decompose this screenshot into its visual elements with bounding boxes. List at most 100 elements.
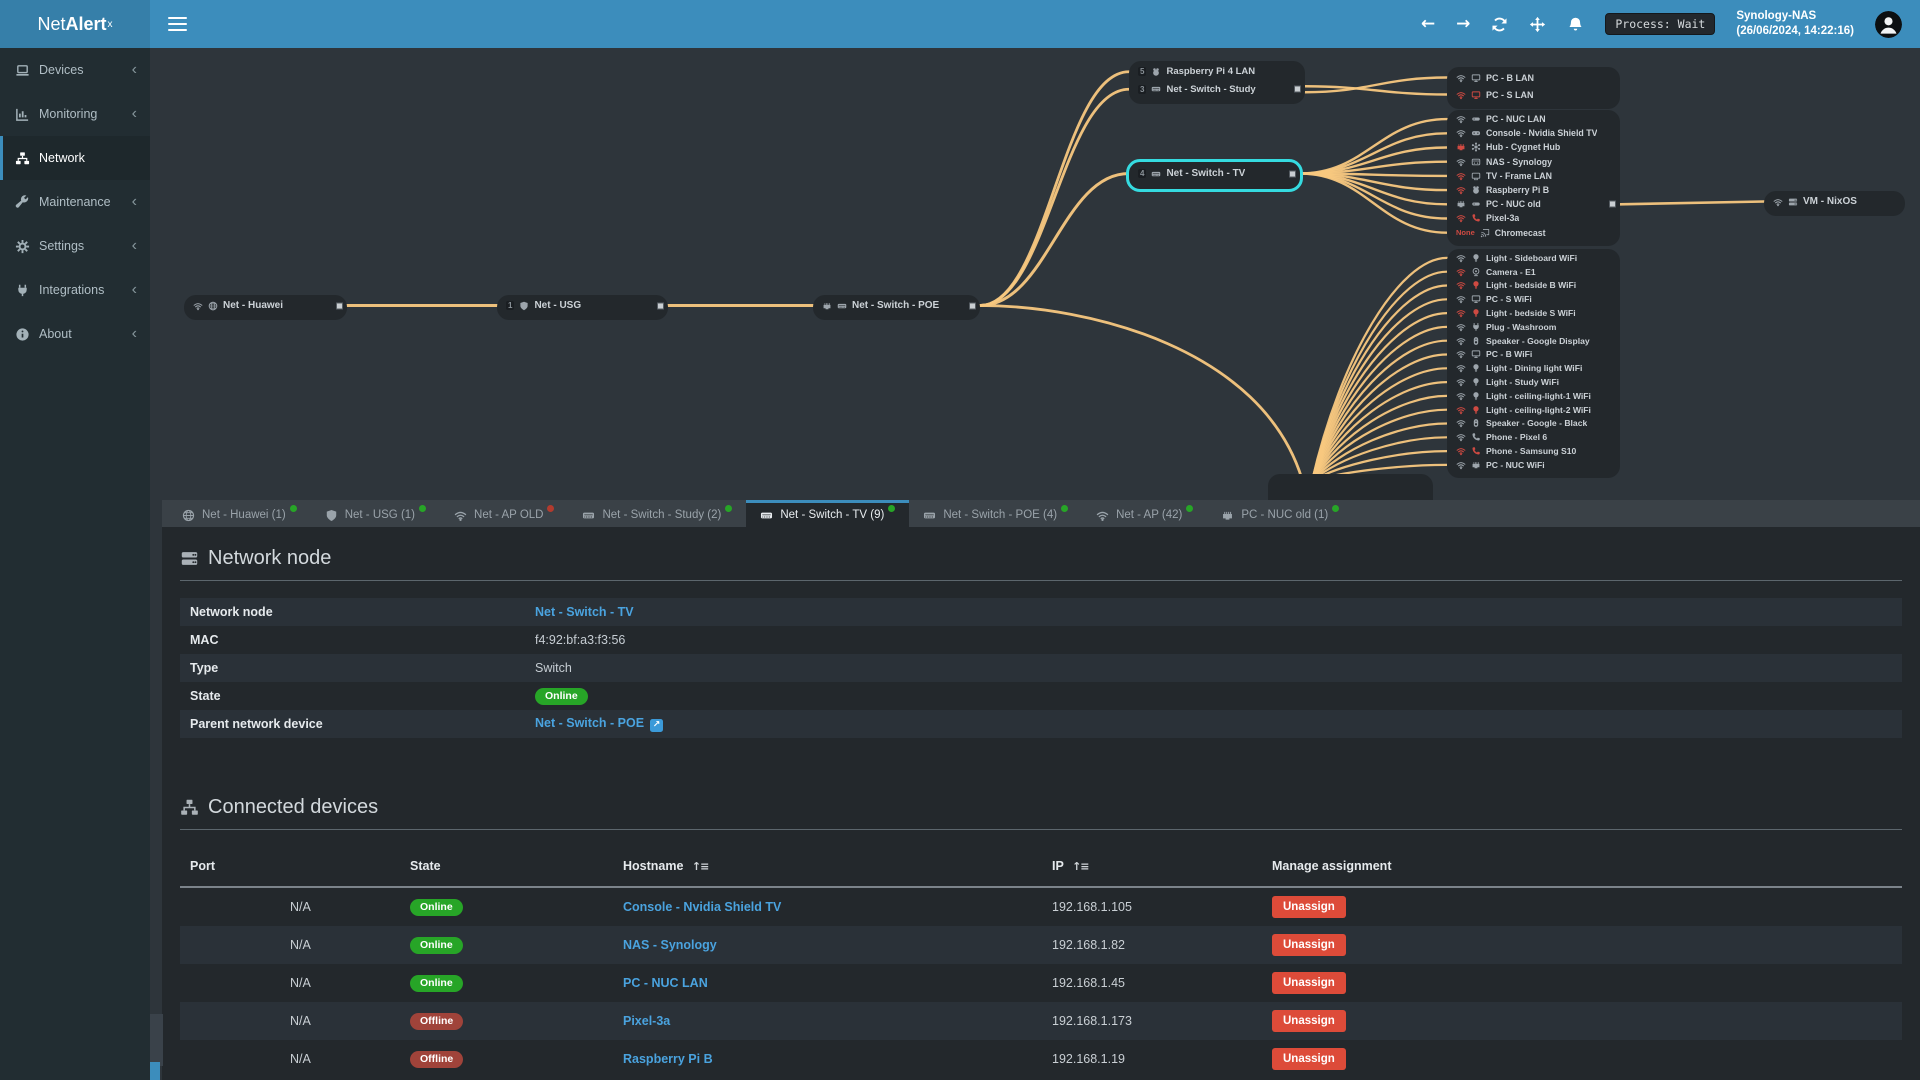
- node-connector-handle[interactable]: [1609, 200, 1616, 208]
- sidebar-item-maintenance[interactable]: Maintenance ‹: [0, 180, 150, 224]
- tab-pc-nuc-old-1[interactable]: PC - NUC old (1): [1207, 500, 1353, 527]
- hostname-link[interactable]: PC - NUC LAN: [623, 976, 708, 990]
- state-badge: Online: [410, 936, 463, 954]
- topology-node-net-usg[interactable]: 1 Net - USG: [497, 295, 668, 320]
- device-row-pc-b-wifi[interactable]: PC - B WiFi: [1447, 348, 1620, 362]
- topology-node-net-huawei[interactable]: Net - Huawei: [184, 295, 347, 320]
- unassign-button[interactable]: Unassign: [1272, 972, 1346, 994]
- device-row-tv-frame-lan[interactable]: TV - Frame LAN: [1447, 169, 1620, 183]
- hostname-link[interactable]: Console - Nvidia Shield TV: [623, 900, 781, 914]
- tab-net-huawei-1[interactable]: Net - Huawei (1): [168, 500, 311, 527]
- device-row-raspberry-pi-b[interactable]: Raspberry Pi B: [1447, 183, 1620, 197]
- device-row-phone-pixel-6[interactable]: Phone - Pixel 6: [1447, 430, 1620, 444]
- device-row-net-switch-study[interactable]: 3 Net - Switch - Study: [1129, 81, 1305, 99]
- column-header-hostname[interactable]: Hostname ↑≡: [613, 846, 1042, 888]
- device-row-speaker-google-display[interactable]: Speaker - Google Display: [1447, 334, 1620, 348]
- scrollbar-thumb[interactable]: [150, 1014, 163, 1066]
- tab-net-switch-poe-4[interactable]: Net - Switch - POE (4): [909, 500, 1082, 527]
- device-row-plug-washroom[interactable]: Plug - Washroom: [1447, 320, 1620, 334]
- device-row-speaker-google-black[interactable]: Speaker - Google - Black: [1447, 417, 1620, 431]
- sidebar-item-monitoring[interactable]: Monitoring ‹: [0, 92, 150, 136]
- topology-node-study[interactable]: 5 Raspberry Pi 4 LAN 3 Net - Switch - Study: [1129, 61, 1305, 104]
- device-row-camera-e1[interactable]: Camera - E1: [1447, 265, 1620, 279]
- device-row-nas-synology[interactable]: NAS - Synology: [1447, 155, 1620, 169]
- wrench-icon: [15, 195, 30, 210]
- sidebar-item-settings[interactable]: Settings ‹: [0, 224, 150, 268]
- device-row-raspberry-pi-4-lan[interactable]: 5 Raspberry Pi 4 LAN: [1129, 63, 1305, 81]
- refresh-icon[interactable]: [1491, 16, 1508, 33]
- sidebar-item-network[interactable]: Network: [0, 136, 150, 180]
- hostname-link[interactable]: NAS - Synology: [623, 938, 717, 952]
- topology-node-vm-nixos[interactable]: VM - NixOS: [1764, 191, 1905, 216]
- unassign-button[interactable]: Unassign: [1272, 896, 1346, 918]
- topology-node-net-switch-tv[interactable]: 4 Net - Switch - TV: [1126, 159, 1303, 192]
- sidebar-toggle-button[interactable]: [168, 13, 187, 35]
- device-row-net-switch-poe[interactable]: Net - Switch - POE: [813, 297, 980, 314]
- node-connector-handle[interactable]: [336, 302, 343, 309]
- device-row-pc-b-lan[interactable]: PC - B LAN: [1447, 69, 1620, 86]
- device-row-light-bedside-s-wifi[interactable]: Light - bedside S WiFi: [1447, 306, 1620, 320]
- topology-node-net-switch-poe[interactable]: Net - Switch - POE: [813, 295, 980, 320]
- device-row-light-dining-light-wifi[interactable]: Light - Dining light WiFi: [1447, 361, 1620, 375]
- move-icon[interactable]: [1529, 16, 1546, 33]
- unassign-button[interactable]: Unassign: [1272, 1010, 1346, 1032]
- device-row-pc-nuc-lan[interactable]: PC - NUC LAN: [1447, 112, 1620, 126]
- device-row-phone-samsung-s10[interactable]: Phone - Samsung S10: [1447, 444, 1620, 458]
- sort-icon[interactable]: ↑≡: [1072, 860, 1089, 873]
- node-connector-handle[interactable]: [969, 302, 976, 309]
- bell-icon[interactable]: [1567, 16, 1584, 33]
- sidebar-item-integrations[interactable]: Integrations ‹: [0, 268, 150, 312]
- external-link-icon[interactable]: ↗: [650, 719, 664, 732]
- app-logo[interactable]: Net Alert x: [0, 0, 150, 48]
- device-row-vm-nixos[interactable]: VM - NixOS: [1764, 193, 1905, 210]
- tab-net-usg-1[interactable]: Net - USG (1): [311, 500, 440, 527]
- device-row-net-huawei[interactable]: Net - Huawei: [184, 297, 347, 314]
- node-link[interactable]: Net - Switch - TV: [535, 605, 634, 619]
- device-row-light-bedside-b-wifi[interactable]: Light - bedside B WiFi: [1447, 279, 1620, 293]
- tab-net-switch-tv-9[interactable]: Net - Switch - TV (9): [746, 500, 910, 527]
- user-avatar[interactable]: [1875, 11, 1902, 38]
- port-cell: N/A: [290, 938, 311, 952]
- tab-net-ap-42[interactable]: Net - AP (42): [1082, 500, 1207, 527]
- unassign-button[interactable]: Unassign: [1272, 1048, 1346, 1070]
- device-row-net-switch-tv[interactable]: 4 Net - Switch - TV: [1129, 164, 1300, 183]
- device-row-console-nvidia-shield-tv[interactable]: Console - Nvidia Shield TV: [1447, 126, 1620, 140]
- sidebar-item-devices[interactable]: Devices ‹: [0, 48, 150, 92]
- ethernet-icon: [1471, 460, 1481, 470]
- device-row-light-ceiling-light-1-wifi[interactable]: Light - ceiling-light-1 WiFi: [1447, 389, 1620, 403]
- node-connector-handle[interactable]: [657, 302, 664, 309]
- hostname-link[interactable]: Raspberry Pi B: [623, 1052, 713, 1066]
- topology-node-ap[interactable]: [1268, 474, 1433, 500]
- device-label: Light - Study WiFi: [1486, 377, 1559, 388]
- device-row-net-usg[interactable]: 1 Net - USG: [497, 297, 668, 314]
- node-connector-handle[interactable]: [1294, 85, 1301, 93]
- topology-node-lights[interactable]: Light - Sideboard WiFi Camera - E1 Light -…: [1447, 249, 1620, 478]
- tab-label: Net - Switch - POE (4): [943, 509, 1058, 521]
- device-row-chromecast[interactable]: None Chromecast: [1447, 226, 1620, 240]
- parent-node-link[interactable]: Net - Switch - POE: [535, 716, 644, 730]
- device-row-pc-s-wifi[interactable]: PC - S WiFi: [1447, 292, 1620, 306]
- device-row-pixel-3a[interactable]: Pixel-3a: [1447, 211, 1620, 225]
- network-topology-canvas: Net - Huawei 1 Net - USG Net - Switch - POE…: [150, 48, 1920, 500]
- node-connector-handle[interactable]: [1289, 170, 1296, 177]
- device-row-hub-cygnet-hub[interactable]: Hub - Cygnet Hub: [1447, 140, 1620, 154]
- device-row-pc-nuc-wifi[interactable]: PC - NUC WiFi: [1447, 458, 1620, 472]
- topology-node-tvkids[interactable]: PC - NUC LAN Console - Nvidia Shield TV Hu…: [1447, 110, 1620, 246]
- tab-net-switch-study-2[interactable]: Net - Switch - Study (2): [568, 500, 746, 527]
- unassign-button[interactable]: Unassign: [1272, 934, 1346, 956]
- hostname-link[interactable]: Pixel-3a: [623, 1014, 670, 1028]
- device-row-light-ceiling-light-2-wifi[interactable]: Light - ceiling-light-2 WiFi: [1447, 403, 1620, 417]
- sort-icon[interactable]: ↑≡: [692, 860, 709, 873]
- sidebar-item-about[interactable]: About ‹: [0, 312, 150, 356]
- device-row-light-study-wifi[interactable]: Light - Study WiFi: [1447, 375, 1620, 389]
- tab-net-ap-old[interactable]: Net - AP OLD: [440, 500, 568, 527]
- wifi-icon: [1456, 460, 1466, 470]
- device-row-empty[interactable]: [1268, 476, 1433, 493]
- nav-forward-button[interactable]: →: [1456, 15, 1470, 33]
- nav-back-button[interactable]: ←: [1421, 15, 1435, 33]
- device-row-pc-s-lan[interactable]: PC - S LAN: [1447, 86, 1620, 103]
- device-row-pc-nuc-old[interactable]: PC - NUC old: [1447, 197, 1620, 211]
- topology-node-pcb[interactable]: PC - B LAN PC - S LAN: [1447, 67, 1620, 109]
- device-row-light-sideboard-wifi[interactable]: Light - Sideboard WiFi: [1447, 251, 1620, 265]
- column-header-ip[interactable]: IP ↑≡: [1042, 846, 1262, 888]
